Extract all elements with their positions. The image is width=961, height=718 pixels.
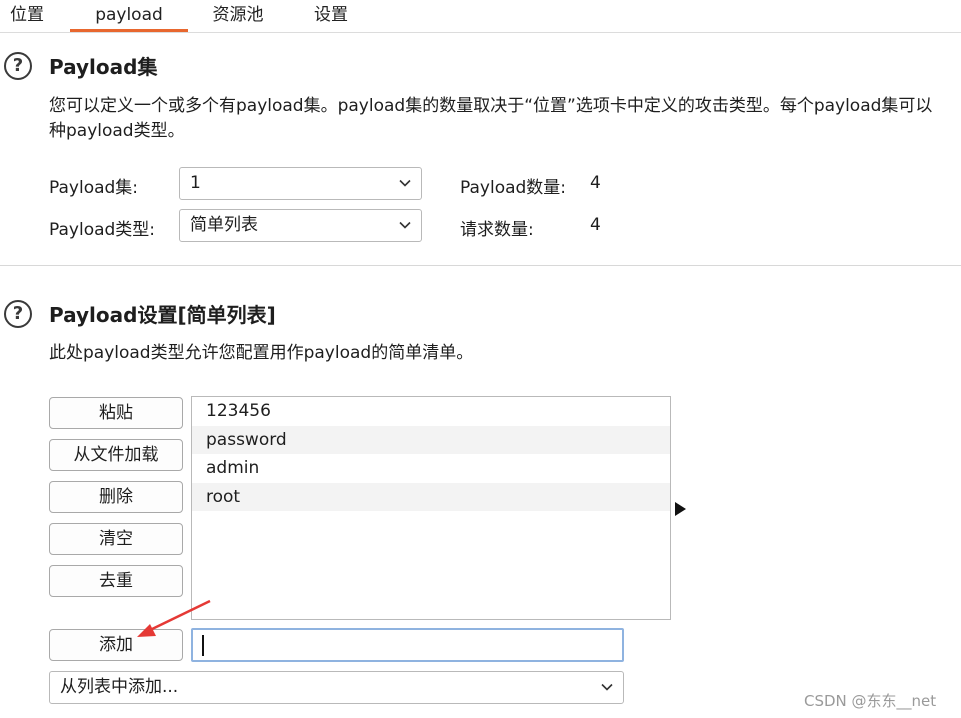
list-item[interactable]: admin <box>192 454 670 483</box>
tab-settings[interactable]: 设置 <box>302 0 360 32</box>
payload-settings-description: 此处payload类型允许您配置用作payload的简单清单。 <box>49 343 474 363</box>
help-icon[interactable]: ? <box>4 52 32 80</box>
chevron-down-icon <box>399 221 411 229</box>
payload-count-value: 4 <box>590 173 601 193</box>
paste-button[interactable]: 粘贴 <box>49 397 183 429</box>
add-button[interactable]: 添加 <box>49 629 183 661</box>
remove-button[interactable]: 删除 <box>49 481 183 513</box>
watermark: CSDN @东东__net <box>804 692 937 710</box>
help-icon[interactable]: ? <box>4 300 32 328</box>
request-count-value: 4 <box>590 215 601 235</box>
tab-positions[interactable]: 位置 <box>0 0 54 32</box>
section-title-payload-sets: Payload集 <box>49 55 158 79</box>
payload-type-label: Payload类型: <box>49 220 156 240</box>
add-from-list-select[interactable]: 从列表中添加... <box>49 671 624 704</box>
clear-button[interactable]: 清空 <box>49 523 183 555</box>
add-payload-input[interactable] <box>191 628 624 662</box>
tab-bar: 位置 payload 资源池 设置 <box>0 0 961 33</box>
payload-set-label: Payload集: <box>49 178 139 198</box>
section-divider <box>0 265 961 266</box>
section-title-payload-settings: Payload设置[简单列表] <box>49 303 276 327</box>
request-count-label: 请求数量: <box>460 220 534 240</box>
payload-sets-description-line1: 您可以定义一个或多个有payload集。payload集的数量取决于“位置”选项… <box>49 96 933 116</box>
list-item[interactable]: password <box>192 425 670 454</box>
chevron-down-icon <box>399 179 411 187</box>
payload-list[interactable]: 123456 password admin root <box>191 396 671 620</box>
payload-count-label: Payload数量: <box>460 178 567 198</box>
add-from-list-value: 从列表中添加... <box>60 677 179 697</box>
payload-set-value: 1 <box>190 173 201 193</box>
deduplicate-button[interactable]: 去重 <box>49 565 183 597</box>
tab-resource-pool[interactable]: 资源池 <box>204 0 272 32</box>
expand-arrow-icon[interactable] <box>675 502 686 516</box>
payload-type-value: 简单列表 <box>190 215 258 235</box>
payload-sets-description-line2: 种payload类型。 <box>49 121 185 141</box>
chevron-down-icon <box>601 683 613 691</box>
load-from-file-button[interactable]: 从文件加载 <box>49 439 183 471</box>
list-item[interactable]: root <box>192 482 670 511</box>
text-caret <box>202 635 204 656</box>
tab-payload[interactable]: payload <box>70 0 188 32</box>
list-item[interactable]: 123456 <box>192 397 670 426</box>
payload-set-select[interactable]: 1 <box>179 167 422 200</box>
payload-type-select[interactable]: 简单列表 <box>179 209 422 242</box>
